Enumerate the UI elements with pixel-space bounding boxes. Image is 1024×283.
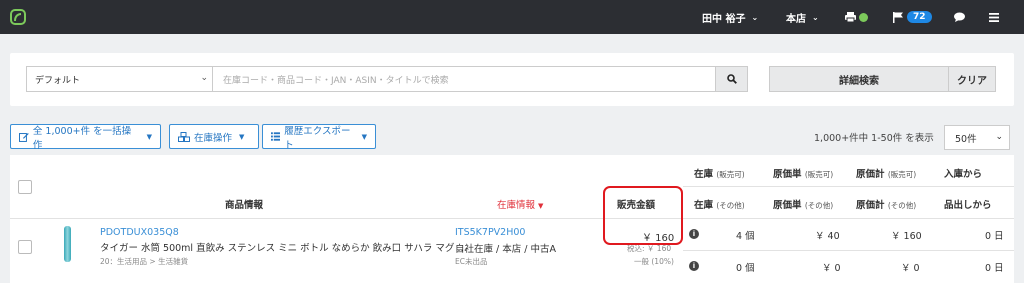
row-checkbox[interactable] [18,240,32,254]
header-total-cost-label: 原価計 [856,169,885,180]
chevron-down-icon: ⌄ [995,132,1003,142]
header-total-cost-other: 原価計 (その他) [856,197,916,211]
search-button[interactable] [716,66,748,92]
search-icon [726,74,737,84]
header-unit-cost-sellable: 原価単 (販売可) [773,166,833,180]
printer-online-indicator [859,12,868,22]
top-navbar: 田中 裕子 ⌄ 本店 ⌄ 72 [0,0,1024,34]
select-all-checkbox[interactable] [18,180,32,194]
header-since-out: 品出しから [944,200,992,211]
history-export-label: 履歴エクスポート [284,125,351,151]
store-name: 本店 [786,13,806,25]
product-name: タイガー 水筒 500ml 直飲み ステンレス ミニ ボトル なめらか 飲み口 … [100,243,467,254]
chat-button[interactable] [954,0,965,34]
ec-status: EC未出品 [455,257,488,266]
bulk-action-button[interactable]: 全 1,000+件 を一括操作 ▼ [10,124,161,151]
days-other: 0 日 [985,263,1004,274]
header-stock-other-note: (その他) [716,201,745,210]
total-cost-sellable: ￥ 160 [891,231,922,242]
per-page-value: 50件 [955,133,977,145]
chevron-down-icon: ⌄ [200,73,208,83]
product-code-link[interactable]: PDOTDUX035Q8 [100,227,179,238]
result-count: 1,000+件中 1-50件 を表示 [814,133,934,144]
header-stock-sellable: 在庫 (販売可) [694,166,745,180]
preset-select[interactable]: デフォルト ⌄ [26,66,212,92]
sort-desc-icon: ▼ [538,202,544,210]
per-page-select[interactable]: 50件 ⌄ [944,125,1010,150]
header-divider [10,218,1014,219]
user-menu[interactable]: 田中 裕子 ⌄ [702,0,758,34]
total-cost-other: ￥ 0 [901,263,920,274]
stock-location: 自社在庫 / 本店 / 中古A [455,244,556,255]
header-product-info: 商品情報 [225,200,264,211]
chat-icon [954,12,965,22]
notifications[interactable]: 72 [893,0,932,34]
unit-cost-other: ￥ 0 [822,263,841,274]
chevron-down-icon: ⌄ [751,12,759,22]
leaf-logo-icon[interactable] [10,9,26,25]
history-export-button[interactable]: 履歴エクスポート ▼ [262,124,376,151]
product-thumbnail[interactable] [64,226,71,262]
search-panel: デフォルト ⌄ 在庫コード・商品コード・JAN・ASIN・タイトルで検索 詳細検… [10,53,1014,106]
stock-sellable-qty: 4 個 [736,231,755,242]
info-icon[interactable]: i [689,229,699,239]
header-stock-label: 在庫 [694,169,714,180]
caret-down-icon: ▼ [239,132,245,141]
header-unit-cost-other: 原価単 (その他) [773,197,833,211]
header-total-cost-other-note: (その他) [887,201,917,210]
product-category: 20：生活用品 > 生活雑貨 [100,257,189,266]
header-total-cost-other-label: 原価計 [856,200,885,211]
highlight-box [603,186,683,245]
header-stock-other: 在庫 (その他) [694,197,745,211]
store-menu[interactable]: 本店 ⌄ [786,0,819,34]
bulk-action-label: 全 1,000+件 を一括操作 [32,125,132,151]
header-unit-cost-other-label: 原価単 [773,200,802,211]
unit-cost-sellable: ￥ 40 [815,231,840,242]
flag-icon [893,11,903,23]
edit-icon [19,132,29,142]
menu-icon [989,12,999,22]
header-total-cost-sellable-note: (販売可) [887,170,917,179]
header-stock-sellable-note: (販売可) [716,170,745,179]
list-icon [271,132,281,141]
header-unit-cost-other-note: (その他) [804,201,834,210]
header-subdivider [683,186,1014,187]
header-unit-cost-sellable-note: (販売可) [804,170,834,179]
printer-icon [845,12,856,22]
search-input[interactable]: 在庫コード・商品コード・JAN・ASIN・タイトルで検索 [212,66,716,92]
header-stock-info-sort[interactable]: 在庫情報 ▼ [497,197,543,211]
preset-select-value: デフォルト [35,75,81,86]
printer-status[interactable] [845,0,868,34]
days-sellable: 0 日 [985,231,1004,242]
user-name: 田中 裕子 [702,13,746,25]
stock-action-button[interactable]: 在庫操作 ▼ [169,124,259,149]
search-placeholder: 在庫コード・商品コード・JAN・ASIN・タイトルで検索 [223,75,449,86]
header-unit-cost-label: 原価単 [773,169,802,180]
row-subdivider [683,250,1014,251]
boxes-icon [178,131,190,142]
caret-down-icon: ▼ [146,132,152,141]
stock-action-label: 在庫操作 [194,132,233,144]
tax-condition: 一般 (10%) [634,257,674,266]
notification-count-badge: 72 [907,11,932,23]
caret-down-icon: ▼ [361,132,367,141]
stock-other-qty: 0 個 [736,263,755,274]
header-total-cost-sellable: 原価計 (販売可) [856,166,916,180]
clear-button[interactable]: クリア [948,66,996,92]
detail-search-button[interactable]: 詳細検索 [769,66,949,92]
header-since-in: 入庫から [944,169,983,180]
info-icon[interactable]: i [689,261,699,271]
stock-code-link[interactable]: ITS5K7PV2H00 [455,227,525,238]
header-stock-info: 在庫情報 [497,200,536,211]
header-stock-other-label: 在庫 [694,200,714,211]
chevron-down-icon: ⌄ [812,12,819,22]
hamburger-menu-button[interactable] [989,0,999,34]
